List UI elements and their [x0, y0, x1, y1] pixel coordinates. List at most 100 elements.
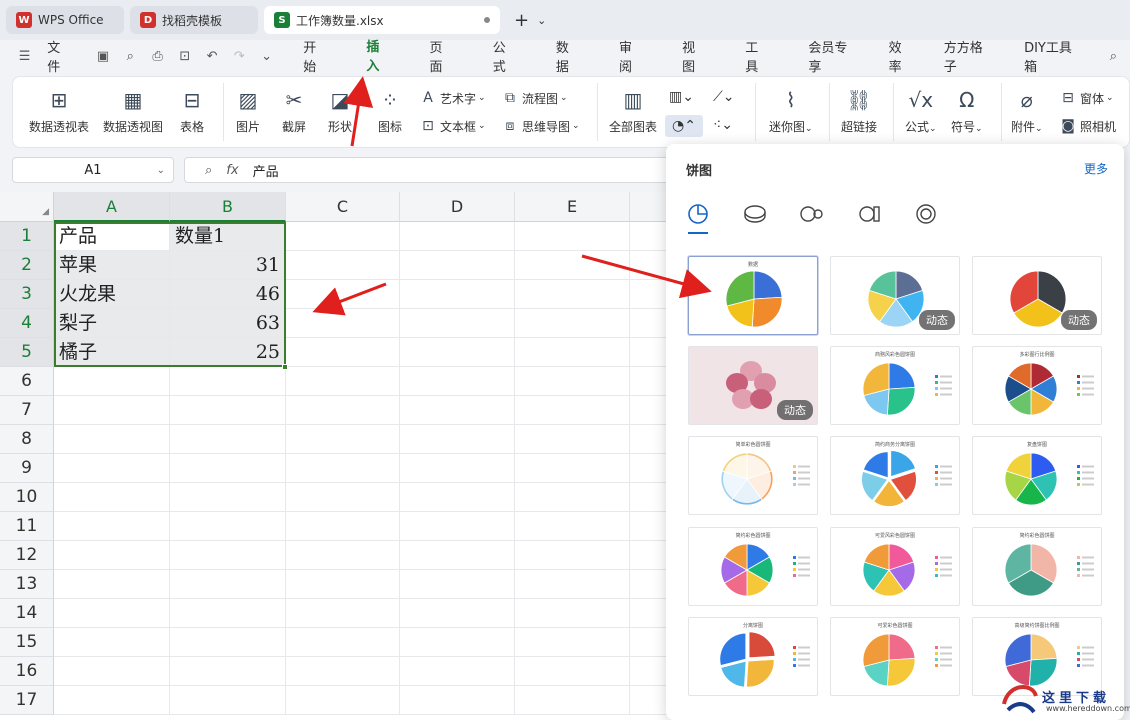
- empty-cell[interactable]: [170, 396, 286, 425]
- save-icon[interactable]: ▣: [92, 46, 113, 66]
- menu-diy-toolbox[interactable]: DIY工具箱: [1018, 33, 1089, 79]
- pie-chart-dropdown-icon[interactable]: ◔⌃: [665, 115, 703, 137]
- screenshot-button[interactable]: ✂ 截屏: [281, 87, 307, 135]
- empty-cell[interactable]: [286, 512, 400, 541]
- print-preview-icon[interactable]: ⊡: [174, 46, 195, 66]
- empty-cell[interactable]: [54, 541, 170, 570]
- empty-cell[interactable]: [515, 309, 630, 338]
- empty-cell[interactable]: [515, 657, 630, 686]
- empty-cell[interactable]: [170, 512, 286, 541]
- pie-template-thumbnail[interactable]: 可爱彩色圆饼图: [830, 617, 960, 696]
- empty-cell[interactable]: [170, 367, 286, 396]
- empty-cell[interactable]: [170, 657, 286, 686]
- wordart-button[interactable]: A 艺术字 ⌄: [419, 89, 485, 107]
- print-icon[interactable]: ⎙: [147, 46, 168, 66]
- empty-cell[interactable]: [54, 686, 170, 715]
- undo-icon[interactable]: ↶: [201, 46, 222, 66]
- export-icon[interactable]: ⌕: [120, 46, 141, 66]
- empty-cell[interactable]: [515, 367, 630, 396]
- empty-cell[interactable]: [400, 367, 515, 396]
- column-header-a[interactable]: A: [54, 192, 170, 222]
- menu-formula[interactable]: 公式: [487, 33, 524, 79]
- empty-cell[interactable]: [515, 251, 630, 280]
- tab-docer-template[interactable]: D 找稻壳模板: [130, 6, 258, 34]
- cell-b1[interactable]: 数量1: [170, 222, 286, 251]
- empty-cell[interactable]: [515, 599, 630, 628]
- empty-cell[interactable]: [286, 222, 400, 251]
- empty-cell[interactable]: [286, 251, 400, 280]
- column-chart-dropdown-icon[interactable]: ▥⌄: [669, 89, 694, 105]
- empty-cell[interactable]: [400, 541, 515, 570]
- empty-cell[interactable]: [170, 599, 286, 628]
- doughnut-type-icon[interactable]: [914, 202, 938, 226]
- cell-b4[interactable]: 63: [170, 309, 286, 338]
- pie-template-thumbnail[interactable]: 简单彩色圆饼图: [688, 436, 818, 515]
- empty-cell[interactable]: [170, 454, 286, 483]
- cell-a5[interactable]: 橘子: [54, 338, 170, 367]
- picture-button[interactable]: ▨ 图片: [235, 87, 261, 135]
- menu-vip[interactable]: 会员专享: [802, 33, 864, 79]
- empty-cell[interactable]: [286, 686, 400, 715]
- fill-handle[interactable]: [282, 364, 288, 370]
- pivot-table-button[interactable]: ⊞ 数据透视表: [29, 87, 89, 135]
- empty-cell[interactable]: [286, 599, 400, 628]
- empty-cell[interactable]: [515, 425, 630, 454]
- empty-cell[interactable]: [400, 483, 515, 512]
- menu-file[interactable]: 文件: [41, 33, 78, 79]
- menu-review[interactable]: 审阅: [613, 33, 650, 79]
- empty-cell[interactable]: [515, 222, 630, 251]
- row-header-16[interactable]: 16: [0, 657, 54, 686]
- empty-cell[interactable]: [170, 686, 286, 715]
- cell-a1[interactable]: 产品: [54, 222, 170, 251]
- hamburger-menu-icon[interactable]: ☰: [14, 46, 35, 66]
- cell-b2[interactable]: 31: [170, 251, 286, 280]
- flowchart-button[interactable]: ⧉ 流程图 ⌄: [501, 89, 568, 107]
- empty-cell[interactable]: [515, 570, 630, 599]
- empty-cell[interactable]: [400, 309, 515, 338]
- bar-of-pie-type-icon[interactable]: [857, 202, 881, 226]
- zoom-icon[interactable]: ⌕: [205, 163, 212, 178]
- empty-cell[interactable]: [286, 628, 400, 657]
- row-header-11[interactable]: 11: [0, 512, 54, 541]
- row-header-8[interactable]: 8: [0, 425, 54, 454]
- empty-cell[interactable]: [170, 628, 286, 657]
- empty-cell[interactable]: [286, 396, 400, 425]
- row-header-7[interactable]: 7: [0, 396, 54, 425]
- more-link[interactable]: 更多: [1084, 160, 1108, 177]
- empty-cell[interactable]: [170, 570, 286, 599]
- empty-cell[interactable]: [400, 686, 515, 715]
- pie-template-thumbnail[interactable]: 动态: [688, 346, 818, 425]
- empty-cell[interactable]: [515, 628, 630, 657]
- fx-icon[interactable]: fx: [226, 163, 238, 178]
- empty-cell[interactable]: [286, 309, 400, 338]
- empty-cell[interactable]: [400, 338, 515, 367]
- row-header-2[interactable]: 2: [0, 251, 54, 280]
- row-header-12[interactable]: 12: [0, 541, 54, 570]
- scatter-chart-dropdown-icon[interactable]: ⁖⌄: [713, 117, 733, 133]
- cell-a4[interactable]: 梨子: [54, 309, 170, 338]
- empty-cell[interactable]: [286, 338, 400, 367]
- pie-template-thumbnail[interactable]: 复盘饼图: [972, 436, 1102, 515]
- row-header-17[interactable]: 17: [0, 686, 54, 715]
- textbox-button[interactable]: ⊡ 文本框 ⌄: [419, 117, 485, 135]
- empty-cell[interactable]: [286, 280, 400, 309]
- column-header-e[interactable]: E: [515, 192, 630, 222]
- pie-template-thumbnail[interactable]: 动态: [830, 256, 960, 335]
- pie-template-thumbnail[interactable]: 多彩图行比例图: [972, 346, 1102, 425]
- pie-template-thumbnail[interactable]: 简约商务分离饼图: [830, 436, 960, 515]
- empty-cell[interactable]: [400, 454, 515, 483]
- column-header-b[interactable]: B: [170, 192, 286, 222]
- row-header-3[interactable]: 3: [0, 280, 54, 309]
- menu-insert[interactable]: 插入: [360, 32, 398, 80]
- empty-cell[interactable]: [400, 512, 515, 541]
- tab-workbook[interactable]: S 工作簿数量.xlsx: [264, 6, 500, 34]
- shape-button[interactable]: ◪ 形状: [327, 87, 353, 135]
- new-tab-icon[interactable]: +: [514, 10, 529, 31]
- empty-cell[interactable]: [286, 570, 400, 599]
- empty-cell[interactable]: [170, 541, 286, 570]
- tab-wps-office[interactable]: W WPS Office: [6, 6, 124, 34]
- line-chart-dropdown-icon[interactable]: ⟋⌄: [713, 89, 735, 105]
- pie-template-thumbnail[interactable]: 动态: [972, 256, 1102, 335]
- pie-template-thumbnail[interactable]: 可爱风彩色圆饼图: [830, 527, 960, 606]
- empty-cell[interactable]: [400, 425, 515, 454]
